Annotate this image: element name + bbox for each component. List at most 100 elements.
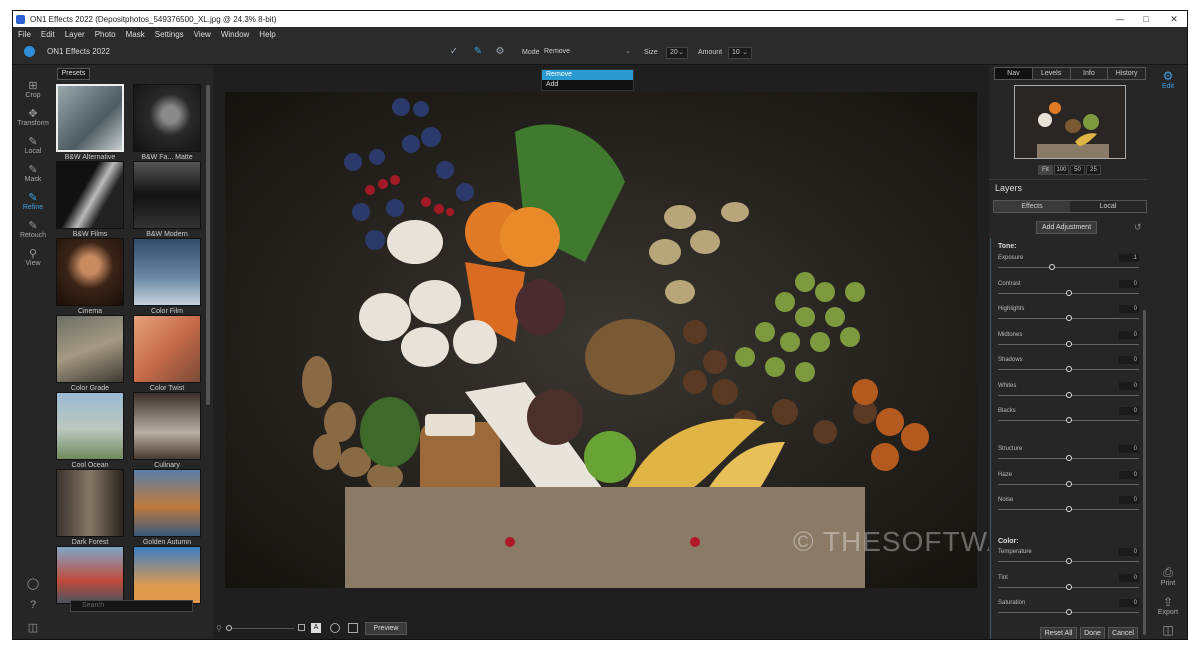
- reset-icon[interactable]: ↺: [1134, 222, 1142, 233]
- fit-view-icon[interactable]: [298, 624, 305, 631]
- refine-brush-active-icon[interactable]: ✎: [471, 45, 485, 59]
- slider-track[interactable]: [998, 267, 1139, 268]
- tab-local[interactable]: Local: [1070, 201, 1146, 212]
- main-photo[interactable]: [225, 92, 977, 588]
- panel-toggle-icon[interactable]: ◫: [13, 621, 53, 634]
- before-after-a-icon[interactable]: A: [311, 623, 321, 633]
- add-adjustment-button[interactable]: Add Adjustment: [1036, 221, 1097, 234]
- slider-value-field[interactable]: .1: [1119, 254, 1139, 262]
- tab-history[interactable]: History: [1108, 68, 1145, 79]
- slider-knob[interactable]: [1065, 558, 1072, 564]
- preset-thumb-bw-alternative[interactable]: [56, 84, 124, 152]
- slider-knob[interactable]: [1065, 340, 1072, 347]
- preset-thumb-color-film[interactable]: [133, 238, 201, 306]
- slider-value-field[interactable]: 0: [1119, 330, 1139, 339]
- tool-transform[interactable]: ✥ Transform: [13, 107, 53, 127]
- presets-button[interactable]: Presets: [57, 68, 90, 80]
- slider-knob[interactable]: [1065, 391, 1072, 398]
- preset-thumb-culinary[interactable]: [133, 392, 201, 460]
- preset-thumb-golden-autumn[interactable]: [133, 469, 201, 537]
- slider-value-field[interactable]: 0: [1119, 470, 1139, 479]
- preset-thumb-color-grade[interactable]: [56, 315, 124, 383]
- right-panel-toggle-icon[interactable]: ◫: [1147, 623, 1187, 637]
- slider-value-field[interactable]: 0: [1119, 496, 1139, 504]
- zoom-slider-track[interactable]: [232, 628, 294, 629]
- adjustment-scrollbar[interactable]: [1143, 310, 1146, 635]
- close-icon[interactable]: ✕: [1161, 11, 1187, 27]
- tool-refine[interactable]: ✎ Refine: [13, 191, 53, 211]
- size-select[interactable]: 20 ⌄: [666, 47, 688, 59]
- presets-scrollbar[interactable]: [206, 85, 210, 405]
- slider-value-field[interactable]: 0: [1119, 381, 1139, 390]
- menu-help[interactable]: Help: [259, 30, 275, 39]
- mode-option-remove[interactable]: Remove: [542, 70, 633, 80]
- menu-window[interactable]: Window: [221, 30, 249, 39]
- tool-mask[interactable]: ✎ Mask: [13, 163, 53, 183]
- people-icon[interactable]: ◯: [13, 577, 53, 590]
- zoom-fit-button[interactable]: Fit: [1038, 165, 1053, 175]
- slider-value-field[interactable]: 0: [1119, 279, 1139, 288]
- slider-knob[interactable]: [1048, 264, 1055, 270]
- mode-select[interactable]: Remove ⌄: [541, 47, 634, 59]
- slider-knob[interactable]: [1065, 583, 1072, 590]
- zoom-50-button[interactable]: 50: [1070, 165, 1085, 175]
- tab-info[interactable]: Info: [1071, 68, 1109, 79]
- slider-knob[interactable]: [1065, 289, 1072, 296]
- chisel-icon[interactable]: ⚙: [493, 45, 507, 59]
- preset-search-input[interactable]: Search: [70, 600, 193, 612]
- tab-levels[interactable]: Levels: [1033, 68, 1071, 79]
- slider-knob[interactable]: [1065, 609, 1072, 615]
- slider-knob[interactable]: [1065, 506, 1072, 512]
- menu-view[interactable]: View: [194, 30, 211, 39]
- preview-button[interactable]: Preview: [365, 622, 407, 635]
- slider-value-field[interactable]: 0: [1119, 445, 1139, 453]
- mask-view-icon[interactable]: [330, 623, 340, 633]
- tool-retouch[interactable]: ✎ Retouch: [13, 219, 53, 239]
- preset-thumb-bw-modern[interactable]: [133, 161, 201, 229]
- print-button[interactable]: ⎙ Print: [1147, 565, 1187, 587]
- tool-local[interactable]: ✎ Local: [13, 135, 53, 155]
- zoom-100-button[interactable]: 100: [1054, 165, 1069, 175]
- menu-layer[interactable]: Layer: [65, 30, 85, 39]
- preset-thumb-bw-films[interactable]: [56, 161, 124, 229]
- menu-photo[interactable]: Photo: [95, 30, 116, 39]
- menu-mask[interactable]: Mask: [126, 30, 145, 39]
- cancel-button[interactable]: Cancel: [1108, 627, 1138, 639]
- preset-thumb-cool-ocean[interactable]: [56, 392, 124, 460]
- edit-module-button[interactable]: ⚙ Edit: [1147, 69, 1187, 90]
- slider-knob[interactable]: [1065, 315, 1072, 321]
- slider-knob[interactable]: [1065, 366, 1072, 372]
- preset-thumb-color-twist[interactable]: [133, 315, 201, 383]
- help-icon[interactable]: ?: [13, 599, 53, 612]
- refine-brush-icon[interactable]: ✓: [447, 45, 461, 59]
- slider-value-field[interactable]: 0: [1119, 548, 1139, 556]
- tab-effects[interactable]: Effects: [994, 201, 1070, 212]
- menu-settings[interactable]: Settings: [155, 30, 184, 39]
- preset-thumb-partial-1[interactable]: [56, 546, 124, 604]
- slider-knob[interactable]: [1065, 455, 1072, 461]
- maximize-icon[interactable]: □: [1133, 11, 1159, 27]
- slider-value-field[interactable]: 0: [1119, 599, 1139, 607]
- done-button[interactable]: Done: [1080, 627, 1105, 639]
- preset-thumb-cinema[interactable]: [56, 238, 124, 306]
- menu-file[interactable]: File: [18, 30, 31, 39]
- slider-value-field[interactable]: 0: [1119, 407, 1139, 415]
- export-button[interactable]: ⇧ Export: [1147, 595, 1187, 616]
- preset-thumb-partial-2[interactable]: [133, 546, 201, 604]
- tab-nav[interactable]: Nav: [995, 68, 1033, 79]
- compare-icon[interactable]: [348, 623, 358, 633]
- zoom-25-button[interactable]: 25: [1086, 165, 1101, 175]
- minimize-icon[interactable]: —: [1107, 11, 1133, 27]
- tool-view[interactable]: ⚲ View: [13, 247, 53, 267]
- preset-thumb-bw-fa-matte[interactable]: [133, 84, 201, 152]
- preset-thumb-dark-forest[interactable]: [56, 469, 124, 537]
- navigator-thumbnail[interactable]: [1014, 85, 1126, 159]
- tool-crop[interactable]: ⊞ Crop: [13, 79, 53, 99]
- mode-option-add[interactable]: Add: [542, 80, 633, 90]
- slider-value-field[interactable]: 0: [1119, 305, 1139, 313]
- slider-value-field[interactable]: 0: [1119, 573, 1139, 582]
- amount-select[interactable]: 10 ⌄: [728, 47, 752, 59]
- menu-edit[interactable]: Edit: [41, 30, 55, 39]
- reset-all-button[interactable]: Reset All: [1040, 627, 1077, 639]
- slider-value-field[interactable]: 0: [1119, 356, 1139, 364]
